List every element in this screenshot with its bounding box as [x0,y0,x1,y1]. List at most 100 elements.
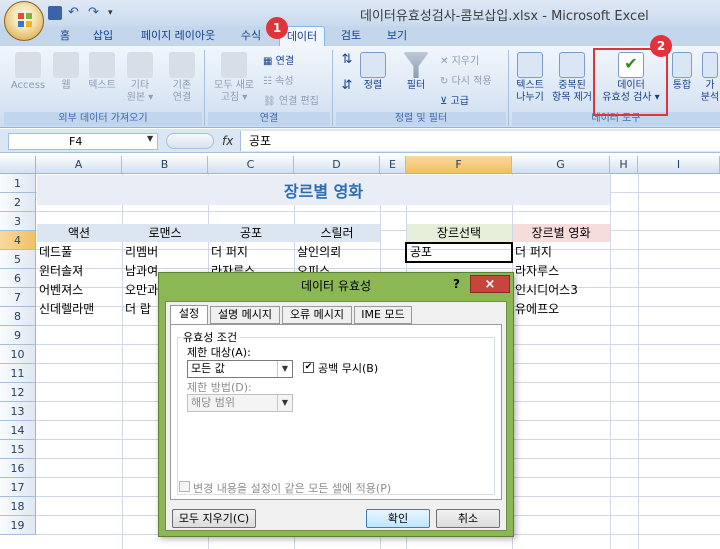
table-cell[interactable]: 어벤져스 [36,281,83,300]
result-cell[interactable]: 유에프오 [512,300,559,319]
tab-ime-mode[interactable]: IME 모드 [354,306,412,324]
tab-insert[interactable]: 삽입 [86,26,120,46]
result-cell[interactable]: 라자루스 [512,262,559,281]
help-icon[interactable]: ? [453,277,460,291]
column-header[interactable]: E [380,156,406,174]
table-cell[interactable]: 리멤버 [122,243,158,262]
properties-button[interactable]: ☷ 속성 [263,72,294,87]
formula-input[interactable]: 공포 [240,131,720,151]
table-cell[interactable]: 데드풀 [36,243,72,262]
genre-header-horror[interactable]: 공포 [208,224,294,243]
text-import-button[interactable]: 텍스트 [84,52,120,92]
sort-za-icon[interactable]: ⇵ [338,79,356,92]
name-box-dropdown-icon[interactable]: ▼ [147,134,153,143]
allow-combo[interactable]: 모든 값 ▼ [187,360,293,378]
tab-error-alert[interactable]: 오류 메시지 [282,306,352,324]
access-button[interactable]: Access [8,52,48,92]
tab-page-layout[interactable]: 페이지 레이아웃 [130,26,226,46]
office-button[interactable] [4,1,44,41]
consolidate-button[interactable]: 통합 [668,52,696,92]
row-header[interactable]: 15 [0,440,36,459]
ok-button[interactable]: 확인 [366,509,430,528]
row-header[interactable]: 7 [0,288,36,307]
row-header[interactable]: 16 [0,459,36,478]
column-header[interactable]: A [36,156,122,174]
filter-button[interactable]: 필터 [400,52,432,92]
row-header[interactable]: 17 [0,478,36,497]
advanced-button[interactable]: ⊻ 고급 [440,92,469,107]
undo-icon[interactable]: ↶ [68,6,82,20]
other-sources-button[interactable]: 기타 원본 ▾ [122,52,158,104]
result-cell[interactable]: 더 퍼지 [512,243,552,262]
tab-formulas[interactable]: 수식 [234,26,268,46]
select-label[interactable]: 장르선택 [406,224,512,243]
sort-button[interactable]: 정렬 [358,52,388,92]
column-header[interactable]: H [610,156,638,174]
row-header[interactable]: 10 [0,345,36,364]
row-header[interactable]: 14 [0,421,36,440]
table-cell[interactable]: 살인의뢰 [294,243,341,262]
select-all-corner[interactable] [0,156,36,174]
table-cell[interactable]: 윈터솔져 [36,262,83,281]
tab-review[interactable]: 검토 [334,26,368,46]
column-header[interactable]: C [208,156,294,174]
formula-expand-handle[interactable] [166,133,214,149]
row-header[interactable]: 2 [0,193,36,212]
row-header[interactable]: 19 [0,516,36,535]
apply-all-checkbox[interactable] [179,481,190,492]
result-label[interactable]: 장르별 영화 [512,224,610,243]
row-header[interactable]: 6 [0,269,36,288]
redo-icon[interactable]: ↷ [88,6,102,20]
clear-all-button[interactable]: 모두 지우기(C) [172,509,256,528]
result-cell[interactable]: 인시디어스3 [512,281,578,300]
reapply-button[interactable]: ↻ 다시 적용 [440,72,492,87]
row-header[interactable]: 3 [0,212,36,231]
clear-button[interactable]: ✕ 지우기 [440,52,479,67]
column-header[interactable]: B [122,156,208,174]
name-box[interactable]: F4 [8,133,158,150]
web-button[interactable]: 웹 [52,52,80,92]
save-icon[interactable] [48,6,62,20]
tab-input-message[interactable]: 설명 메시지 [210,306,280,324]
sheet-title[interactable]: 장르별 영화 [37,178,610,202]
connections-button[interactable]: ▦ 연결 [263,52,294,67]
customize-icon[interactable]: ▾ [108,6,122,20]
fx-icon[interactable]: fx [222,134,233,148]
genre-header-action[interactable]: 액션 [36,224,122,243]
row-header[interactable]: 5 [0,250,36,269]
chevron-down-icon[interactable]: ▼ [277,395,292,411]
table-cell[interactable]: 신데렐라맨 [36,300,94,319]
ignore-blank-checkbox[interactable]: ✔ [303,362,314,373]
existing-connections-button[interactable]: 기존 연결 [166,52,198,104]
row-header[interactable]: 4 [0,231,36,250]
column-header-selected[interactable]: F [406,156,512,174]
refresh-all-button[interactable]: 모두 새로 고침 ▾ [208,52,260,104]
close-button[interactable]: × [470,275,510,293]
row-header[interactable]: 11 [0,364,36,383]
table-cell[interactable]: 오만과 [122,281,158,300]
tab-view[interactable]: 보기 [380,26,414,46]
genre-select-cell[interactable]: 공포 [407,243,432,262]
genre-header-romance[interactable]: 로맨스 [122,224,208,243]
text-to-columns-button[interactable]: 텍스트 나누기 [512,52,548,104]
cancel-button[interactable]: 취소 [436,509,500,528]
row-header[interactable]: 13 [0,402,36,421]
row-header[interactable]: 1 [0,174,36,193]
genre-header-thriller[interactable]: 스릴러 [294,224,380,243]
column-header[interactable]: D [294,156,380,174]
what-if-analysis-button[interactable]: 가 분석 [700,52,720,104]
row-header[interactable]: 12 [0,383,36,402]
remove-duplicates-button[interactable]: 중복된 항목 제거 [550,52,594,104]
table-cell[interactable]: 남과여 [122,262,158,281]
data-combo[interactable]: 해당 범위 ▼ [187,394,293,412]
chevron-down-icon[interactable]: ▼ [277,361,292,377]
table-cell[interactable]: 더 퍼지 [208,243,248,262]
column-header[interactable]: G [512,156,610,174]
row-header[interactable]: 8 [0,307,36,326]
row-header[interactable]: 9 [0,326,36,345]
tab-settings[interactable]: 설정 [170,305,208,325]
row-header[interactable]: 18 [0,497,36,516]
edit-links-button[interactable]: ⛓ 연결 편집 [263,92,319,107]
table-cell[interactable]: 더 랍 [122,300,151,319]
sort-az-icon[interactable]: ⇅ [338,53,356,66]
